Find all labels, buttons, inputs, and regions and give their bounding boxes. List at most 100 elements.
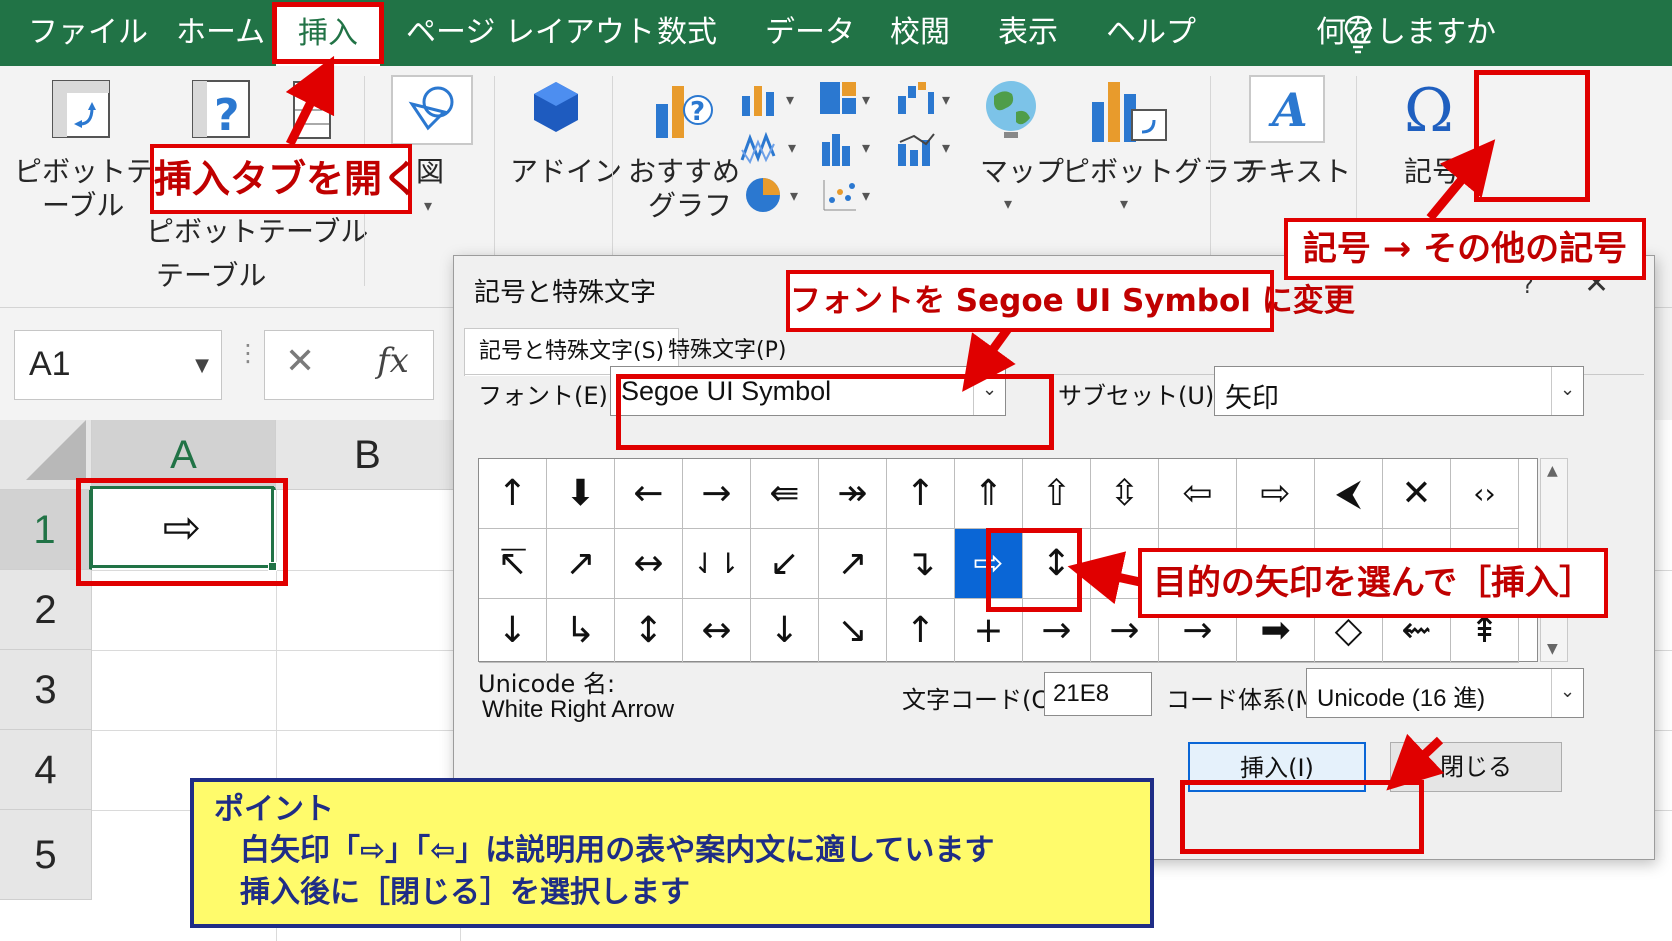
symbol-cell[interactable]: ↘ — [819, 599, 887, 663]
symbol-cell[interactable]: ← — [615, 459, 683, 529]
recommended-pivot-label: ピボットテーブル — [146, 215, 369, 248]
symbol-cell[interactable]: ↔ — [683, 599, 751, 663]
symbol-cell[interactable]: ⇨ — [1237, 459, 1315, 529]
chevron-down-icon[interactable]: ▾ — [862, 138, 870, 157]
tab-view[interactable]: 表示 — [998, 0, 1058, 66]
symbol-cell[interactable]: ↸ — [479, 529, 547, 599]
chevron-down-icon[interactable]: ▾ — [790, 186, 798, 205]
chevron-down-icon[interactable]: ▾ — [862, 186, 870, 205]
symbol-cell[interactable]: → — [683, 459, 751, 529]
chevron-down-icon[interactable]: ▾ — [788, 138, 796, 157]
symbol-cell[interactable]: ⇦ — [1159, 459, 1237, 529]
highlight-font-select — [616, 374, 1054, 450]
symbols-label[interactable]: 記号 — [1404, 150, 1460, 190]
chevron-down-icon[interactable]: ▾ — [1120, 194, 1128, 213]
cancel-icon[interactable]: ✕ — [285, 341, 315, 382]
chevron-down-icon[interactable]: ▾ — [942, 138, 950, 157]
symbol-cell[interactable]: ⬇ — [547, 459, 615, 529]
symbol-cell[interactable]: ‹› — [1451, 459, 1519, 529]
recommended-charts-label-2: グラフ — [648, 189, 733, 222]
symbol-cell[interactable]: ↔ — [615, 529, 683, 599]
point-line-1: 白矢印「⇨」「⇦」は説明用の表や案内文に適しています — [240, 833, 995, 868]
unicode-name-value: White Right Arrow — [482, 696, 675, 723]
symbol-cell[interactable]: ↕ — [615, 599, 683, 663]
tab-review[interactable]: 校閲 — [890, 0, 950, 66]
unicode-name-label: Unicode 名: — [478, 670, 616, 698]
symbol-cell[interactable]: ⇧ — [1023, 459, 1091, 529]
symbol-cell[interactable]: ⇑ — [955, 459, 1023, 529]
row-header-5[interactable]: 5 — [0, 810, 92, 900]
omega-icon[interactable]: Ω — [1404, 76, 1454, 146]
waterfall-chart-icon[interactable] — [896, 80, 936, 116]
symbol-cell[interactable]: ↠ — [819, 459, 887, 529]
code-system-select[interactable]: Unicode (16 進) ⌄ — [1306, 668, 1584, 718]
scroll-down-icon[interactable]: ▼ — [1547, 641, 1558, 657]
text-box-icon[interactable]: A — [1248, 74, 1326, 144]
callout-change-font: フォントを Segoe UI Symbol に変更 — [786, 270, 1355, 332]
tab-formulas[interactable]: 数式 — [657, 0, 717, 66]
bar-chart-icon[interactable] — [740, 82, 780, 116]
subset-select[interactable]: 矢印 ⌄ — [1214, 366, 1584, 416]
globe-icon[interactable] — [982, 78, 1040, 140]
tab-help[interactable]: ヘルプ — [1106, 0, 1196, 66]
svg-text:?: ? — [214, 90, 240, 140]
scroll-up-icon[interactable]: ▲ — [1547, 463, 1558, 479]
table-icon[interactable] — [292, 80, 332, 140]
chevron-down-icon[interactable]: ▾ — [942, 90, 950, 109]
symbol-cell[interactable]: ↓ — [479, 599, 547, 663]
name-box[interactable]: A1 ▼ — [14, 330, 222, 400]
row-header-3[interactable]: 3 — [0, 650, 92, 730]
row-header-4[interactable]: 4 — [0, 730, 92, 810]
addins-icon[interactable] — [530, 80, 582, 136]
chevron-down-icon[interactable]: ▾ — [862, 90, 870, 109]
point-note: ポイント 白矢印「⇨」「⇦」は説明用の表や案内文に適しています 挿入後に［閉じる… — [190, 778, 1154, 928]
symbol-cell[interactable]: ↴ — [887, 529, 955, 599]
symbol-cell[interactable]: ⇃⇂ — [683, 529, 751, 599]
chevron-down-icon[interactable]: ▾ — [1004, 194, 1012, 213]
combo-chart-icon[interactable] — [896, 132, 936, 166]
symbol-cell[interactable]: ⇳ — [1091, 459, 1159, 529]
column-header-b[interactable]: B — [276, 420, 460, 490]
illustrations-icon[interactable] — [390, 74, 474, 146]
drag-handle-icon[interactable]: ⋮ — [236, 341, 260, 365]
recommended-charts-icon[interactable]: ? — [652, 74, 714, 140]
ribbon-tab-bar: ファイル ホーム 挿入 ページ レイアウト 数式 データ 校閲 表示 ヘルプ 何… — [0, 0, 1672, 66]
chevron-down-icon[interactable]: ⌄ — [1551, 669, 1583, 717]
symbol-cell[interactable]: ↗ — [819, 529, 887, 599]
highlight-cell-a1 — [76, 478, 288, 586]
hierarchy-chart-icon[interactable] — [818, 80, 858, 116]
chevron-down-icon[interactable]: ⌄ — [1551, 367, 1583, 415]
symbol-cell[interactable]: ↑ — [479, 459, 547, 529]
statistic-chart-icon[interactable] — [820, 132, 856, 166]
recommended-pivot-icon[interactable]: ? — [190, 78, 252, 140]
char-code-input[interactable]: 21E8 — [1044, 672, 1152, 716]
tab-home[interactable]: ホーム — [176, 0, 265, 66]
symbol-cell[interactable]: ✕ — [1383, 459, 1451, 529]
illustrations-label: 図 — [416, 155, 445, 188]
tab-data[interactable]: データ — [765, 0, 855, 66]
symbol-cell[interactable]: ↳ — [547, 599, 615, 663]
scatter-chart-icon[interactable] — [822, 178, 858, 212]
symbol-cell[interactable]: ⮜ — [1315, 459, 1383, 529]
code-system-value: Unicode (16 進) — [1317, 685, 1486, 712]
tab-page-layout[interactable]: ページ レイアウト — [406, 0, 655, 66]
symbol-cell[interactable]: ↙ — [751, 529, 819, 599]
symbol-cell[interactable]: ⇚ — [751, 459, 819, 529]
tell-me-search[interactable]: 何をしますか — [1316, 0, 1496, 66]
pie-chart-icon[interactable] — [744, 176, 782, 214]
text-label: テキスト — [1240, 155, 1352, 188]
highlight-selected-symbol — [986, 528, 1082, 612]
symbol-cell[interactable]: ↑ — [887, 459, 955, 529]
symbol-cell[interactable]: ↗ — [547, 529, 615, 599]
symbol-cell[interactable]: ↑ — [887, 599, 955, 663]
chevron-down-icon[interactable]: ▼ — [195, 355, 209, 376]
pivot-table-icon[interactable] — [50, 78, 112, 140]
insert-function-icon[interactable]: fx — [377, 341, 409, 381]
pivot-chart-icon[interactable] — [1090, 76, 1168, 144]
tab-file[interactable]: ファイル — [28, 0, 148, 66]
line-chart-icon[interactable] — [740, 132, 780, 166]
chevron-down-icon[interactable]: ▾ — [424, 196, 432, 215]
symbol-cell[interactable]: ↓ — [751, 599, 819, 663]
pivot-table-label-2: ーブル — [42, 189, 125, 222]
chevron-down-icon[interactable]: ▾ — [786, 90, 794, 109]
